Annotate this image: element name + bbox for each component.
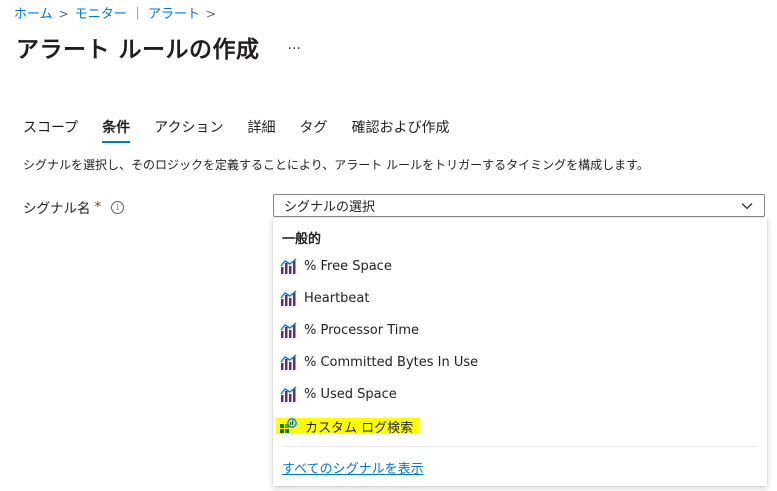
signal-option-committed-bytes[interactable]: % Committed Bytes In Use	[280, 350, 484, 374]
breadcrumb-monitor-alert-link[interactable]: モニター ｜ アラート	[75, 7, 200, 22]
required-marker: *	[94, 199, 102, 215]
condition-description: シグナルを選択し、そのロジックを定義することにより、アラート ルールをトリガーす…	[23, 158, 649, 172]
signal-name-label-group: シグナル名 * i	[23, 197, 125, 217]
metric-chart-icon	[280, 386, 297, 402]
tab-scope[interactable]: スコープ	[23, 117, 78, 143]
page-title: アラート ルールの作成	[16, 37, 260, 63]
signal-dropdown-panel: 一般的 % Free Space Heartbeat % Processor T…	[273, 218, 767, 486]
signal-option-label: カスタム ログ検索	[305, 420, 414, 436]
breadcrumb-separator: >	[58, 7, 69, 21]
breadcrumb-separator: >	[205, 7, 217, 21]
signal-option-heartbeat[interactable]: Heartbeat	[280, 286, 376, 310]
metric-chart-icon	[280, 290, 297, 306]
dropdown-group-header: 一般的	[282, 232, 322, 247]
tab-review-create[interactable]: 確認および作成	[351, 117, 449, 143]
signal-name-label: シグナル名	[23, 201, 91, 217]
signal-option-label: % Free Space	[304, 258, 392, 274]
breadcrumb: ホーム > モニター ｜ アラート >	[14, 5, 222, 24]
metric-chart-icon	[280, 258, 297, 274]
info-icon[interactable]: i	[111, 200, 125, 214]
tab-condition[interactable]: 条件	[102, 117, 131, 143]
signal-select-dropdown[interactable]: シグナルの選択	[273, 194, 765, 217]
signal-option-label: % Committed Bytes In Use	[304, 354, 479, 370]
signal-option-custom-log-search[interactable]: カスタム ログ検索	[276, 418, 420, 436]
signal-option-free-space[interactable]: % Free Space	[280, 254, 398, 278]
chevron-down-icon	[741, 202, 753, 209]
signal-option-label: Heartbeat	[304, 290, 370, 306]
tab-details[interactable]: 詳細	[247, 117, 275, 143]
metric-chart-icon	[280, 354, 297, 370]
title-row: アラート ルールの作成 ···	[16, 30, 305, 64]
breadcrumb-home-link[interactable]: ホーム	[14, 7, 53, 22]
metric-chart-icon	[280, 322, 297, 338]
tab-tags[interactable]: タグ	[299, 117, 327, 143]
log-search-icon	[280, 418, 297, 433]
signal-option-label: % Processor Time	[304, 322, 420, 338]
show-all-signals-link[interactable]: すべてのシグナルを表示	[282, 458, 424, 477]
signal-option-used-space[interactable]: % Used Space	[280, 382, 403, 406]
signal-option-processor-time[interactable]: % Processor Time	[280, 318, 425, 342]
more-options-button[interactable]: ···	[284, 41, 305, 57]
dropdown-divider	[282, 446, 758, 447]
tab-bar: スコープ 条件 アクション 詳細 タグ 確認および作成	[23, 117, 473, 143]
tab-actions[interactable]: アクション	[154, 117, 223, 143]
signal-select-placeholder: シグナルの選択	[284, 200, 376, 215]
signal-option-label: % Used Space	[304, 386, 397, 402]
